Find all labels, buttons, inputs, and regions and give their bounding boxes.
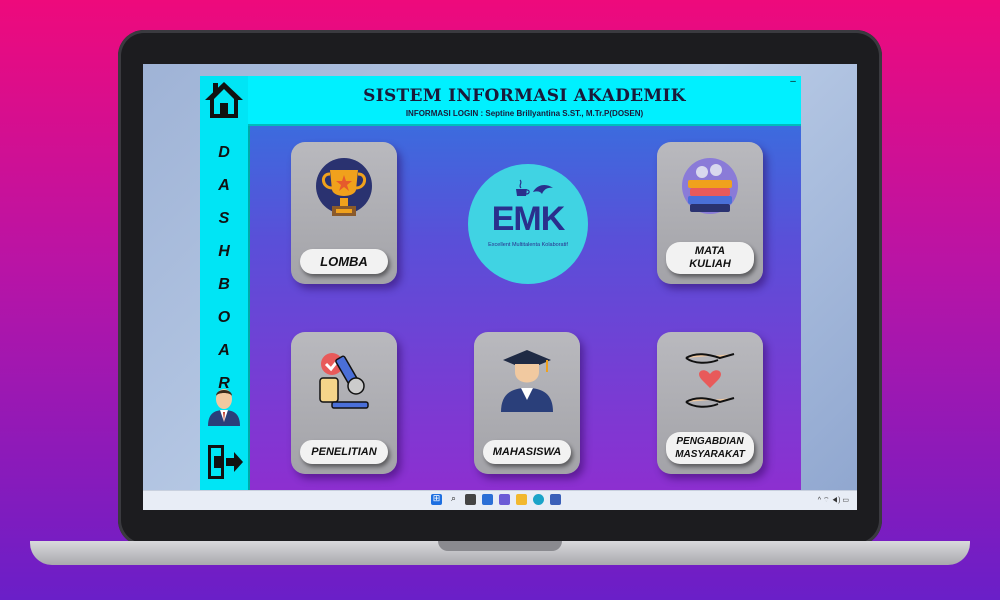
dashboard-letter: A (218, 177, 230, 194)
header: SISTEM INFORMASI AKADEMIK INFORMASI LOGI… (248, 76, 801, 126)
system-tray[interactable]: ^ ⌔ ◀) ▭ (818, 496, 849, 505)
tile-label-penelitian: PENELITIAN (300, 440, 388, 464)
widgets-icon[interactable] (482, 494, 493, 505)
dashboard-letter: H (218, 243, 230, 260)
tile-mahasiswa[interactable]: MAHASISWA (474, 332, 580, 474)
dashboard-letter: S (218, 210, 230, 227)
logo-subtitle: Excellent Multitalenta Kolaboratif (488, 242, 568, 248)
home-button[interactable] (203, 80, 245, 120)
emk-logo: EMK Excellent Multitalenta Kolaboratif (468, 164, 588, 284)
graduate-student-icon (497, 346, 557, 414)
tile-label-mata-kuliah: MATA KULIAH (666, 242, 754, 274)
tile-penelitian[interactable]: PENELITIAN (291, 332, 397, 474)
dashboard-letter: A (218, 342, 230, 359)
dashboard-letter: O (217, 309, 231, 326)
app-window: D A S H B O A R D (200, 76, 801, 491)
trophy-icon (314, 156, 374, 224)
tile-label-pengabdian-masyarakat: PENGABDIAN MASYARAKAT (666, 432, 754, 464)
laptop-notch (438, 541, 562, 551)
tile-lomba[interactable]: LOMBA (291, 142, 397, 284)
tile-mata-kuliah[interactable]: MATA KULIAH (657, 142, 763, 284)
tile-label-lomba: LOMBA (300, 249, 388, 274)
coffee-cup-icon (516, 179, 530, 196)
windows-start-icon[interactable]: ⊞ (431, 494, 442, 505)
user-avatar[interactable] (206, 382, 242, 426)
task-view-icon[interactable] (465, 494, 476, 505)
dashboard-letter: D (218, 144, 230, 161)
caring-hands-icon (680, 346, 740, 414)
taskbar-icons: ⊞ ⌕ (431, 494, 561, 505)
logout-button[interactable] (206, 442, 244, 482)
user-avatar-icon (208, 389, 240, 426)
sidebar: D A S H B O A R D (200, 76, 250, 491)
chat-icon[interactable] (499, 494, 510, 505)
logout-icon (208, 445, 243, 479)
taskbar: ⊞ ⌕ ^ ⌔ ◀) ▭ (143, 490, 857, 510)
screen: D A S H B O A R D (143, 64, 857, 510)
store-icon[interactable] (550, 494, 561, 505)
home-icon (205, 82, 243, 118)
books-icon (680, 156, 740, 224)
search-icon[interactable]: ⌕ (448, 494, 459, 505)
file-explorer-icon[interactable] (516, 494, 527, 505)
microscope-icon (314, 346, 374, 414)
edge-browser-icon[interactable] (533, 494, 544, 505)
tile-label-mahasiswa: MAHASISWA (483, 440, 571, 464)
dolphin-icon (533, 184, 553, 194)
dashboard-letter: B (218, 276, 230, 293)
minimize-button[interactable]: – (789, 77, 797, 87)
login-info: INFORMASI LOGIN : Septine Brillyantina S… (405, 109, 644, 118)
logo-text: EMK (491, 200, 566, 238)
tile-pengabdian-masyarakat[interactable]: PENGABDIAN MASYARAKAT (657, 332, 763, 474)
app-title: SISTEM INFORMASI AKADEMIK (363, 86, 686, 106)
